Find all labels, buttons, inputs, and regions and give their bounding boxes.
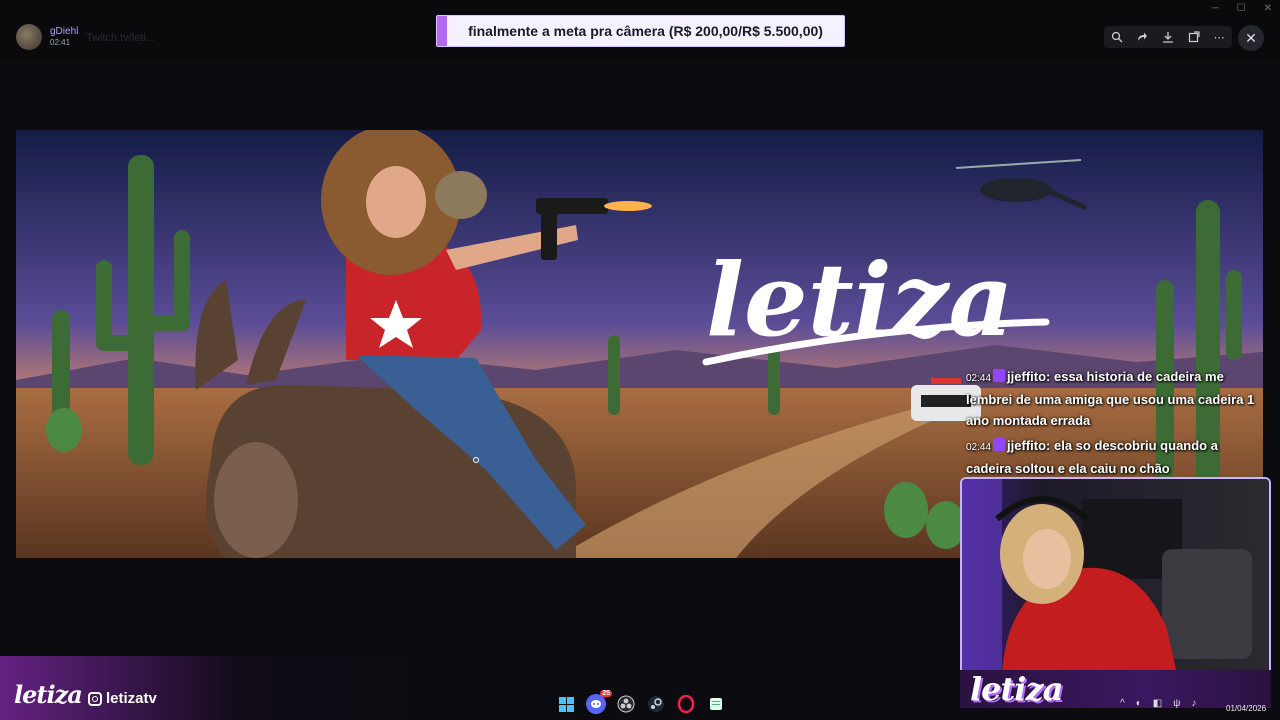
zoom-icon[interactable] [1106,26,1128,48]
minimize-icon[interactable]: ─ [1212,3,1219,14]
twitch-badge-icon [993,438,1006,451]
tray-chevron-icon[interactable]: ^ [1120,698,1125,709]
tray-app-icon[interactable]: ◐ [1136,698,1142,709]
chat-username: jjeffito [1007,369,1047,384]
chat-separator: : [1046,438,1054,453]
chat-separator: : [1046,369,1054,384]
mouse-cursor [473,457,479,463]
twitch-badge-icon [993,369,1006,382]
close-icon: ✕ [1245,29,1257,46]
goal-accent-bar [437,16,447,46]
tray-network-icon[interactable]: ◧ [1153,698,1162,709]
window-close-icon[interactable]: ✕ [1264,3,1272,14]
chat-message: 02:44 jjeffito: essa historia de cadeira … [966,366,1266,431]
download-icon[interactable] [1157,26,1179,48]
tray-volume-icon[interactable]: ♪ [1191,698,1196,709]
goal-text: finalmente a meta pra câmera (R$ 200,00/… [468,23,823,39]
discord-notification-badge: 25 [600,690,612,697]
system-tray[interactable]: ^ ◐ ◧ ψ ♪ [1120,698,1196,709]
user-timestamp: 02:41 [50,38,71,47]
tray-usb-icon[interactable]: ψ [1173,698,1180,709]
chat-timestamp: 02:44 [966,373,992,384]
image-viewer-toolbar: ⋯ [1104,26,1232,48]
chat-message: 02:44 jjeffito: ela so descobriu quando a… [966,435,1266,479]
forward-icon[interactable] [1131,26,1153,48]
goal-banner: finalmente a meta pra câmera (R$ 200,00/… [436,15,845,47]
taskbar-date[interactable]: 01/04/2026 [1226,704,1266,713]
chat-timestamp: 02:44 [966,442,992,453]
window-controls[interactable]: ─ ☐ ✕ [1212,3,1272,14]
windows-start-icon[interactable] [556,694,576,714]
stream-chat-overlay: 02:44 jjeffito: essa historia de cadeira … [966,366,1266,483]
obs-icon[interactable] [616,694,636,714]
user-name: gDiehl [50,26,79,37]
channel-title: Twitch.tv/leti... [86,32,156,44]
notepad-icon[interactable] [706,694,726,714]
more-icon[interactable]: ⋯ [1208,26,1230,48]
chat-username: jjeffito [1007,438,1047,453]
webcam-feed [960,477,1271,676]
steam-icon[interactable] [646,694,666,714]
taskbar-apps: 25 [556,690,726,714]
user-panel[interactable]: gDiehl 02:41 [16,24,78,50]
avatar [16,24,42,50]
banner-logo: letiza [706,241,1013,359]
open-external-icon[interactable] [1183,26,1205,48]
screen: gDiehl 02:41 Twitch.tv/leti... ─ ☐ ✕ fin… [0,0,1280,720]
opera-gx-icon[interactable] [676,694,696,714]
close-viewer-button[interactable]: ✕ [1238,25,1264,51]
maximize-icon[interactable]: ☐ [1237,3,1246,14]
discord-icon[interactable]: 25 [586,690,612,714]
